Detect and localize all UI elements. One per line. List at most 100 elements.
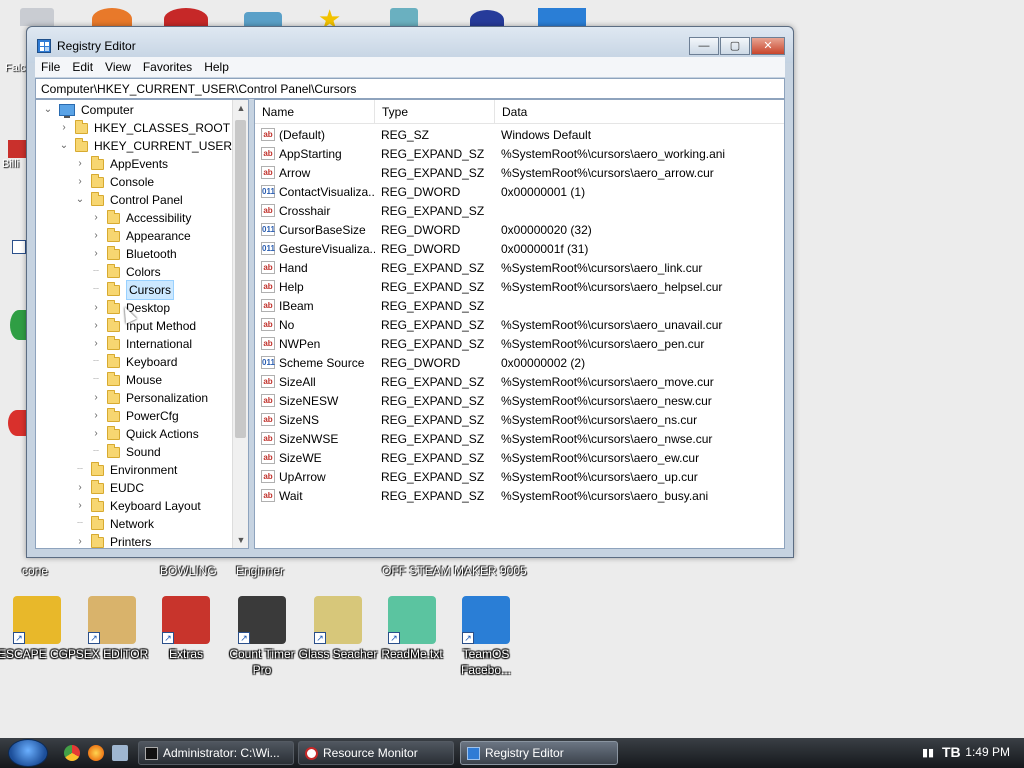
chevron-right-icon[interactable]: › bbox=[90, 230, 102, 242]
tree-node[interactable]: › AppEvents bbox=[74, 155, 168, 173]
app-icon[interactable] bbox=[12, 240, 26, 254]
desktop-icon-partial-label[interactable]: cone bbox=[22, 564, 48, 578]
gear-icon[interactable] bbox=[538, 8, 586, 26]
tree-node[interactable]: › Console bbox=[74, 173, 154, 191]
tray-pause-icon[interactable]: ▮▮ bbox=[922, 746, 934, 759]
table-row[interactable]: ab Wait REG_EXPAND_SZ %SystemRoot%\cursors\… bbox=[255, 486, 784, 505]
chevron-down-icon[interactable]: ⌄ bbox=[42, 104, 54, 116]
tree-node[interactable]: › Quick Actions bbox=[90, 425, 199, 443]
table-row[interactable]: ab No REG_EXPAND_SZ %SystemRoot%\cursors\ae… bbox=[255, 315, 784, 334]
close-button[interactable]: ✕ bbox=[751, 37, 785, 55]
firefox-icon[interactable] bbox=[92, 8, 132, 26]
table-row[interactable]: 011 GestureVisualiza... REG_DWORD 0x0000001… bbox=[255, 239, 784, 258]
chevron-right-icon[interactable]: › bbox=[90, 302, 102, 314]
tree-node[interactable]: › Bluetooth bbox=[90, 245, 177, 263]
table-row[interactable]: 011 ContactVisualiza... REG_DWORD 0x0000000… bbox=[255, 182, 784, 201]
scroll-down-icon[interactable]: ▼ bbox=[236, 535, 246, 545]
tree-node[interactable]: ⌄ Computer bbox=[42, 101, 134, 119]
red-circle-icon[interactable] bbox=[164, 8, 208, 26]
table-row[interactable]: ab SizeNS REG_EXPAND_SZ %SystemRoot%\cursor… bbox=[255, 410, 784, 429]
tree-node[interactable]: › PowerCfg bbox=[90, 407, 179, 425]
table-row[interactable]: ab Crosshair REG_EXPAND_SZ bbox=[255, 201, 784, 220]
table-row[interactable]: 011 CursorBaseSize REG_DWORD 0x00000020 (32… bbox=[255, 220, 784, 239]
tree-node[interactable]: ⌄ HKEY_CURRENT_USER bbox=[58, 137, 232, 155]
app-icon[interactable] bbox=[244, 12, 282, 26]
minimize-button[interactable]: — bbox=[689, 37, 719, 55]
tree-scrollbar[interactable]: ▲ ▼ bbox=[232, 100, 248, 548]
tree-node[interactable]: › Printers bbox=[74, 533, 151, 548]
chevron-right-icon[interactable]: › bbox=[90, 410, 102, 422]
chevron-right-icon[interactable]: › bbox=[90, 320, 102, 332]
desktop-icon[interactable]: ↗ ReadMe.txt bbox=[372, 596, 452, 662]
menu-favorites[interactable]: Favorites bbox=[137, 60, 198, 74]
tree-node[interactable]: ┄ Network bbox=[74, 515, 154, 533]
taskbar-item-resource-monitor[interactable]: Resource Monitor bbox=[298, 741, 454, 765]
chevron-right-icon[interactable]: › bbox=[74, 176, 86, 188]
table-row[interactable]: ab Arrow REG_EXPAND_SZ %SystemRoot%\cursors… bbox=[255, 163, 784, 182]
column-header-name[interactable]: Name bbox=[255, 100, 375, 124]
show-desktop-icon[interactable] bbox=[112, 745, 128, 761]
scrollbar-thumb[interactable] bbox=[235, 120, 246, 438]
maximize-button[interactable]: ▢ bbox=[720, 37, 750, 55]
table-row[interactable]: ab SizeWE REG_EXPAND_SZ %SystemRoot%\cursor… bbox=[255, 448, 784, 467]
menu-edit[interactable]: Edit bbox=[66, 60, 99, 74]
tree-node[interactable]: ┄ Mouse bbox=[90, 371, 162, 389]
menu-file[interactable]: File bbox=[35, 60, 66, 74]
tree-node[interactable]: › Appearance bbox=[90, 227, 191, 245]
app-icon[interactable] bbox=[470, 10, 504, 26]
recycle-bin-icon[interactable] bbox=[20, 8, 54, 26]
chevron-down-icon[interactable]: ⌄ bbox=[74, 194, 86, 206]
menu-help[interactable]: Help bbox=[198, 60, 235, 74]
table-row[interactable]: ab IBeam REG_EXPAND_SZ bbox=[255, 296, 784, 315]
chevron-right-icon[interactable]: › bbox=[90, 248, 102, 260]
table-row[interactable]: ab UpArrow REG_EXPAND_SZ %SystemRoot%\curso… bbox=[255, 467, 784, 486]
tray-app-icon[interactable]: TB bbox=[942, 744, 961, 760]
app-icon[interactable] bbox=[8, 410, 26, 436]
scroll-up-icon[interactable]: ▲ bbox=[236, 103, 246, 113]
tree-node[interactable]: ┄ Colors bbox=[90, 263, 161, 281]
start-button[interactable] bbox=[8, 739, 48, 767]
desktop-icon-partial-label[interactable]: OFF STEAM bbox=[382, 564, 451, 578]
column-header-data[interactable]: Data bbox=[495, 100, 784, 124]
desktop-icon[interactable]: ↗ Count Timer Pro bbox=[222, 596, 302, 678]
table-row[interactable]: ab (Default) REG_SZ Windows Default bbox=[255, 125, 784, 144]
chevron-right-icon[interactable]: › bbox=[58, 122, 70, 134]
table-row[interactable]: ab Hand REG_EXPAND_SZ %SystemRoot%\cursors\… bbox=[255, 258, 784, 277]
chevron-right-icon[interactable]: › bbox=[74, 482, 86, 494]
table-row[interactable]: ab SizeNESW REG_EXPAND_SZ %SystemRoot%\curs… bbox=[255, 391, 784, 410]
desktop-icon[interactable]: ↗ ESCAPE CGP bbox=[0, 596, 77, 662]
chevron-right-icon[interactable]: › bbox=[90, 392, 102, 404]
chevron-right-icon[interactable]: › bbox=[74, 536, 86, 548]
taskbar-item-cmd[interactable]: Administrator: C:\Wi... bbox=[138, 741, 294, 765]
tree-node[interactable]: › Personalization bbox=[90, 389, 208, 407]
chevron-right-icon[interactable]: › bbox=[90, 428, 102, 440]
column-header-type[interactable]: Type bbox=[375, 100, 495, 124]
tree-node[interactable]: › Input Method bbox=[90, 317, 196, 335]
values-list[interactable]: Name Type Data ab (Default) REG_SZ Windows … bbox=[254, 99, 785, 549]
firefox-icon[interactable] bbox=[88, 745, 104, 761]
menu-view[interactable]: View bbox=[99, 60, 137, 74]
tree-node[interactable]: ┄ Keyboard bbox=[90, 353, 177, 371]
desktop-icon[interactable]: ↗ Extras bbox=[146, 596, 226, 662]
chevron-down-icon[interactable]: ⌄ bbox=[58, 140, 70, 152]
chevron-right-icon[interactable]: › bbox=[90, 212, 102, 224]
table-row[interactable]: ab AppStarting REG_EXPAND_SZ %SystemRoot%\c… bbox=[255, 144, 784, 163]
address-bar[interactable]: Computer\HKEY_CURRENT_USER\Control Panel… bbox=[35, 78, 785, 99]
chrome-icon[interactable] bbox=[64, 745, 80, 761]
tree-node[interactable]: ┄ Cursors bbox=[90, 280, 175, 300]
desktop-icon[interactable]: ↗ TeamOS Facebo... bbox=[446, 596, 526, 678]
table-row[interactable]: ab SizeAll REG_EXPAND_SZ %SystemRoot%\curso… bbox=[255, 372, 784, 391]
app-icon[interactable] bbox=[8, 140, 26, 158]
tree-node[interactable]: › Keyboard Layout bbox=[74, 497, 201, 515]
table-row[interactable]: ab NWPen REG_EXPAND_SZ %SystemRoot%\cursors… bbox=[255, 334, 784, 353]
table-row[interactable]: ab Help REG_EXPAND_SZ %SystemRoot%\cursors\… bbox=[255, 277, 784, 296]
chevron-right-icon[interactable]: › bbox=[74, 158, 86, 170]
desktop-icon-partial-label[interactable]: Enginner bbox=[236, 564, 284, 578]
tree-node[interactable]: ┄ Environment bbox=[74, 461, 177, 479]
clock[interactable]: 1:49 PM bbox=[965, 745, 1010, 759]
taskbar-item-registry-editor[interactable]: Registry Editor bbox=[460, 741, 618, 765]
table-row[interactable]: ab SizeNWSE REG_EXPAND_SZ %SystemRoot%\curs… bbox=[255, 429, 784, 448]
chevron-right-icon[interactable]: › bbox=[74, 500, 86, 512]
desktop-icon-partial-label[interactable]: BOWLING bbox=[160, 564, 217, 578]
table-row[interactable]: 011 Scheme Source REG_DWORD 0x00000002 (2) bbox=[255, 353, 784, 372]
